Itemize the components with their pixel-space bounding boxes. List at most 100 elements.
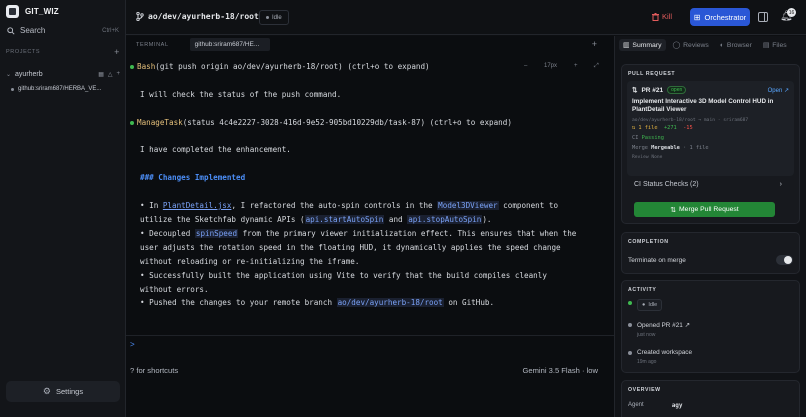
- expand-icon[interactable]: ⤢: [594, 63, 599, 70]
- open-pr-link[interactable]: Open ↗: [768, 87, 789, 94]
- notification-badge: 16: [787, 8, 796, 17]
- activity-card: ACTIVITY ● Idle Opened PR #21 ↗ just now …: [621, 280, 800, 373]
- pr-branch-line: ao/dev/ayurherb-18/root → main · sriram6…: [632, 118, 749, 123]
- add-terminal-icon[interactable]: +: [592, 39, 597, 49]
- pr-state-badge: open: [667, 86, 687, 94]
- divider: [126, 335, 614, 336]
- agent-value: agy: [671, 402, 683, 409]
- status-text: Idle: [272, 14, 282, 21]
- activity-heading: ACTIVITY: [628, 287, 657, 293]
- brand[interactable]: GIT_WIZ: [6, 5, 59, 18]
- app-logo-icon: [6, 5, 19, 18]
- pr-review-status: Review None: [632, 155, 663, 160]
- add-project-icon[interactable]: +: [114, 48, 120, 57]
- chevron-down-icon: ⌄: [6, 72, 12, 78]
- terminal-line: I will check the status of the push comm…: [140, 90, 342, 99]
- search-label: Search: [20, 26, 46, 35]
- external-link-icon[interactable]: ↗: [685, 322, 690, 329]
- terminal-tabs: TERMINAL github:sriram687/HE... +: [126, 36, 614, 53]
- orchestrator-label: Orchestrator: [704, 12, 747, 22]
- branch-name: ao/dev/ayurherb-18/root: [148, 12, 259, 21]
- projects-header: PROJECTS +: [6, 48, 120, 57]
- terminal-line: user adjusts the rotation speed in the f…: [140, 243, 561, 252]
- agent-label: Agent: [628, 402, 644, 408]
- tool-status-dot: [130, 121, 134, 125]
- activity-dot: [628, 301, 632, 305]
- minimize-icon[interactable]: –: [524, 63, 527, 69]
- overview-agent-row: Agent agy: [628, 402, 788, 409]
- merge-pull-request-button[interactable]: ⇅ Merge Pull Request: [634, 202, 775, 217]
- terminal-tab[interactable]: github:sriram687/HE...: [189, 38, 270, 51]
- tool-status-dot: [130, 65, 134, 69]
- activity-dot: [628, 323, 632, 327]
- terminal-panel[interactable]: TERMINAL github:sriram687/HE... + – 17px…: [126, 36, 614, 417]
- git-branch-icon: [136, 12, 144, 21]
- pr-stats: ⇅ 1 file +271 -15: [632, 125, 693, 131]
- pr-number: PR #21: [641, 86, 664, 94]
- activity-item: Opened PR #21 ↗ just now: [628, 321, 690, 338]
- kill-button[interactable]: Kill: [652, 12, 672, 21]
- chevron-right-icon: ›: [779, 181, 782, 188]
- search-shortcut: Ctrl+K: [102, 27, 119, 34]
- settings-label: Settings: [55, 387, 84, 396]
- grid-icon[interactable]: ▦: [98, 71, 104, 78]
- prompt-caret[interactable]: >: [130, 340, 135, 349]
- terminate-toggle[interactable]: [776, 255, 793, 265]
- project-name: ayurherb: [15, 71, 43, 78]
- sidebar: GIT_WIZ Search Ctrl+K PROJECTS + ⌄ ayurh…: [0, 0, 126, 417]
- terminal-line: without errors.: [140, 285, 209, 294]
- ci-status-checks[interactable]: CI Status Checks (2) ›: [634, 181, 782, 188]
- tab-files[interactable]: ▤ Files: [759, 39, 791, 51]
- pull-request-heading: PULL REQUEST: [628, 71, 676, 77]
- activity-dot: [628, 351, 632, 355]
- pr-details[interactable]: ⇅ PR #21 open Open ↗ Implement Interacti…: [627, 81, 794, 176]
- browser-icon: ◐: [719, 41, 724, 49]
- orchestrator-button[interactable]: ⊞ Orchestrator: [690, 8, 750, 26]
- right-panel: ▥ Summary ◯ Reviews ◐ Browser ▤ Files PULL R…: [614, 36, 806, 417]
- terminal-heading: ### Changes Implemented: [140, 173, 246, 182]
- app-name: GIT_WIZ: [25, 7, 59, 16]
- settings-button[interactable]: ⚙ Settings: [6, 381, 120, 402]
- search-button[interactable]: Search Ctrl+K: [7, 24, 119, 37]
- tab-summary[interactable]: ▥ Summary: [619, 39, 666, 51]
- plus-icon[interactable]: +: [116, 71, 120, 78]
- merge-icon: ⇅: [670, 206, 676, 214]
- split-layout-icon[interactable]: [758, 12, 768, 22]
- terminal-line: • In PlantDetail.jsx, I refactored the a…: [140, 201, 559, 210]
- pr-header: ⇅ PR #21 open Open ↗: [632, 86, 789, 94]
- idle-dot-icon: ●: [642, 302, 646, 308]
- terminate-label: Terminate on merge: [628, 256, 686, 264]
- orchestrator-icon: ⊞: [693, 12, 701, 22]
- right-panel-tabs: ▥ Summary ◯ Reviews ◐ Browser ▤ Files: [619, 38, 803, 52]
- font-size-label[interactable]: 17px: [544, 63, 557, 69]
- model-label[interactable]: Gemini 3.5 Flash · low: [522, 366, 598, 375]
- overview-heading: OVERVIEW: [628, 387, 661, 393]
- status-dot: [266, 16, 269, 19]
- tab-reviews[interactable]: ◯ Reviews: [669, 39, 713, 51]
- workspace-status-dot: [11, 87, 14, 91]
- terminal-line: • Pushed the changes to your remote bran…: [140, 298, 495, 307]
- terminal-line: ManageTask(status 4c4e2227-3028-416d-9e5…: [130, 118, 512, 127]
- triangle-icon[interactable]: △: [108, 71, 113, 78]
- pr-merge-status: Merge Mergeable · 1 file: [632, 145, 709, 151]
- workspace-label: github:sriram687/HERBA_VE...: [18, 86, 102, 92]
- terminal-line: • Decoupled spinSpeed from the primary v…: [140, 229, 577, 238]
- status-badge: Idle: [259, 10, 289, 25]
- pull-request-icon: ⇅: [632, 87, 638, 94]
- pull-request-card: PULL REQUEST ⇅ PR #21 open Open ↗ Implem…: [621, 64, 800, 224]
- tab-browser[interactable]: ◐ Browser: [716, 40, 756, 51]
- terminal-line: Bash(git push origin ao/dev/ayurherb-18/…: [130, 62, 430, 71]
- projects-heading: PROJECTS: [6, 49, 41, 55]
- sidebar-item-workspace[interactable]: github:sriram687/HERBA_VE...: [11, 86, 123, 92]
- pr-title: Implement Interactive 3D Model Control H…: [632, 98, 774, 113]
- ci-checks-label: CI Status Checks (2): [634, 181, 699, 188]
- sidebar-item-project[interactable]: ⌄ ayurherb ▦ △ +: [6, 69, 120, 80]
- top-bar: ao/dev/ayurherb-18/root Idle Kill ⊞ Orch…: [126, 0, 806, 35]
- completion-card: COMPLETION Terminate on merge: [621, 232, 800, 274]
- terminal-section-label: TERMINAL: [136, 41, 169, 48]
- font-increase-icon[interactable]: +: [574, 63, 578, 69]
- terminal-line: • Successfully built the application usi…: [140, 271, 547, 280]
- files-icon: ⇅: [632, 125, 636, 131]
- trash-icon: [652, 12, 659, 21]
- activity-item: Created workspace 19m ago: [628, 349, 692, 365]
